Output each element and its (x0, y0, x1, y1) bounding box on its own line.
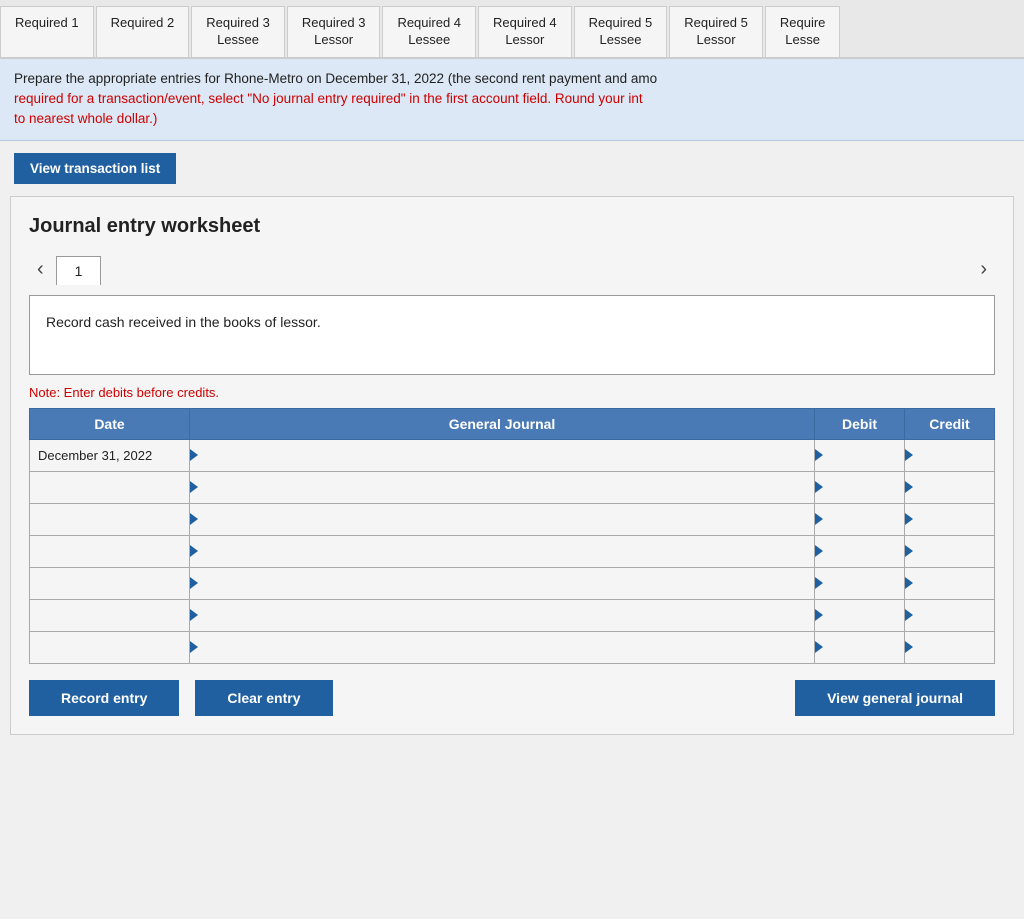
journal-input-4[interactable] (190, 536, 814, 567)
instructions-main: Prepare the appropriate entries for Rhon… (14, 71, 657, 86)
journal-cell-2[interactable] (190, 471, 815, 503)
journal-input-3[interactable] (190, 504, 814, 535)
debit-cell-7[interactable] (815, 631, 905, 663)
credit-input-7[interactable] (905, 632, 994, 663)
tab-required3-lessor[interactable]: Required 3 Lessor (287, 6, 381, 57)
tab-required2[interactable]: Required 2 (96, 6, 190, 57)
table-row (30, 599, 995, 631)
date-cell-2 (30, 471, 190, 503)
debit-input-6[interactable] (815, 600, 904, 631)
header-general-journal: General Journal (190, 408, 815, 439)
journal-cell-5[interactable] (190, 567, 815, 599)
instructions-red2: to nearest whole dollar.) (14, 111, 157, 126)
table-row (30, 535, 995, 567)
debit-cell-6[interactable] (815, 599, 905, 631)
header-date: Date (30, 408, 190, 439)
journal-input-6[interactable] (190, 600, 814, 631)
note-text: Note: Enter debits before credits. (29, 385, 995, 400)
view-transaction-button[interactable]: View transaction list (14, 153, 176, 184)
debit-input-3[interactable] (815, 504, 904, 535)
debit-cell-2[interactable] (815, 471, 905, 503)
credit-input-5[interactable] (905, 568, 994, 599)
header-debit: Debit (815, 408, 905, 439)
next-arrow[interactable]: › (972, 254, 995, 285)
header-credit: Credit (905, 408, 995, 439)
debit-input-5[interactable] (815, 568, 904, 599)
journal-entry-worksheet: Journal entry worksheet ‹ 1 › Record cas… (10, 196, 1014, 735)
debit-cell-1[interactable] (815, 439, 905, 471)
instructions-red1: required for a transaction/event, select… (14, 91, 643, 106)
journal-input-1[interactable] (190, 440, 814, 471)
tab-required4-lessor[interactable]: Required 4 Lessor (478, 6, 572, 57)
date-cell-5 (30, 567, 190, 599)
date-cell-6 (30, 599, 190, 631)
credit-cell-7[interactable] (905, 631, 995, 663)
debit-input-2[interactable] (815, 472, 904, 503)
record-entry-button[interactable]: Record entry (29, 680, 179, 716)
credit-input-1[interactable] (905, 440, 994, 471)
tab-required5-lessee[interactable]: Required 5 Lessee (574, 6, 668, 57)
journal-cell-6[interactable] (190, 599, 815, 631)
prev-arrow[interactable]: ‹ (29, 254, 52, 285)
credit-cell-2[interactable] (905, 471, 995, 503)
date-cell-7 (30, 631, 190, 663)
table-row (30, 471, 995, 503)
tab-required1[interactable]: Required 1 (0, 6, 94, 57)
credit-cell-4[interactable] (905, 535, 995, 567)
credit-input-2[interactable] (905, 472, 994, 503)
tabs-bar: Required 1 Required 2 Required 3 Lessee … (0, 0, 1024, 59)
view-general-journal-button[interactable]: View general journal (795, 680, 995, 716)
journal-table: Date General Journal Debit Credit Decemb… (29, 408, 995, 664)
debit-input-7[interactable] (815, 632, 904, 663)
journal-input-2[interactable] (190, 472, 814, 503)
journal-input-7[interactable] (190, 632, 814, 663)
action-buttons: Record entry Clear entry View general jo… (29, 680, 995, 716)
journal-cell-3[interactable] (190, 503, 815, 535)
date-cell-3 (30, 503, 190, 535)
date-cell-1: December 31, 2022 (30, 439, 190, 471)
credit-input-6[interactable] (905, 600, 994, 631)
credit-cell-6[interactable] (905, 599, 995, 631)
table-row (30, 567, 995, 599)
journal-cell-7[interactable] (190, 631, 815, 663)
journal-input-5[interactable] (190, 568, 814, 599)
debit-input-4[interactable] (815, 536, 904, 567)
current-tab-number: 1 (56, 256, 102, 285)
journal-cell-1[interactable] (190, 439, 815, 471)
credit-input-3[interactable] (905, 504, 994, 535)
debit-input-1[interactable] (815, 440, 904, 471)
debit-cell-5[interactable] (815, 567, 905, 599)
worksheet-title: Journal entry worksheet (29, 215, 995, 238)
tab-require-lesse[interactable]: Require Lesse (765, 6, 841, 57)
debit-cell-3[interactable] (815, 503, 905, 535)
credit-cell-1[interactable] (905, 439, 995, 471)
journal-cell-4[interactable] (190, 535, 815, 567)
instructions-box: Prepare the appropriate entries for Rhon… (0, 59, 1024, 141)
tab-required4-lessee[interactable]: Required 4 Lessee (382, 6, 476, 57)
table-row (30, 631, 995, 663)
credit-cell-5[interactable] (905, 567, 995, 599)
credit-input-4[interactable] (905, 536, 994, 567)
tab-required3-lessee[interactable]: Required 3 Lessee (191, 6, 285, 57)
clear-entry-button[interactable]: Clear entry (195, 680, 332, 716)
date-cell-4 (30, 535, 190, 567)
table-row (30, 503, 995, 535)
credit-cell-3[interactable] (905, 503, 995, 535)
tab-required5-lessor[interactable]: Required 5 Lessor (669, 6, 763, 57)
transaction-description: Record cash received in the books of les… (29, 295, 995, 375)
debit-cell-4[interactable] (815, 535, 905, 567)
nav-row: ‹ 1 › (29, 254, 995, 285)
table-row: December 31, 2022 (30, 439, 995, 471)
